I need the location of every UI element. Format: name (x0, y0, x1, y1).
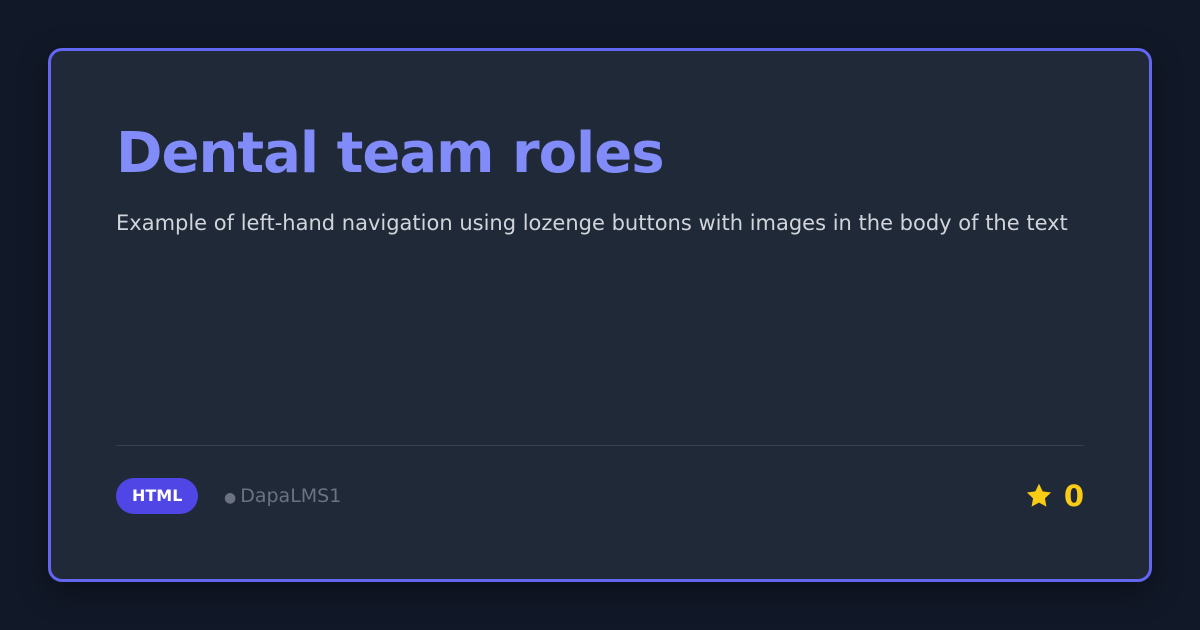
star-counter: 0 (1024, 478, 1084, 514)
star-icon (1026, 483, 1051, 507)
repo-owner: ● DapaLMS1 (224, 478, 341, 514)
star-count: 0 (1063, 479, 1084, 513)
divider (116, 445, 1084, 446)
owner-name: DapaLMS1 (240, 485, 342, 507)
owner-dot-icon: ● (224, 490, 237, 506)
repo-description: Example of left-hand navigation using lo… (116, 211, 1068, 235)
repo-card: Dental team roles Example of left-hand n… (48, 48, 1152, 582)
card-footer: HTML ● DapaLMS1 0 (116, 478, 1084, 514)
repo-title: Dental team roles (116, 121, 665, 186)
language-badge: HTML (116, 478, 199, 514)
